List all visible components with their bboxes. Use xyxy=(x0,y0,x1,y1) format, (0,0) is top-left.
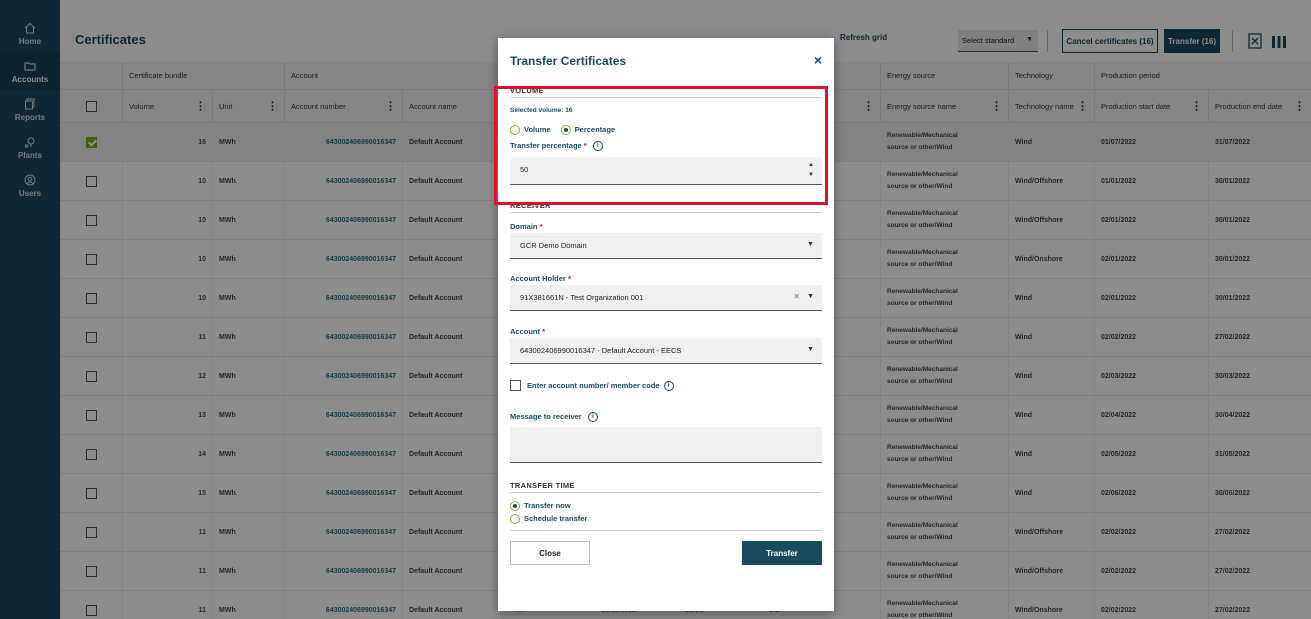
radio-checked-icon xyxy=(510,501,520,512)
divider xyxy=(510,492,822,493)
receiver-section-title: RECEIVER xyxy=(510,201,551,210)
selected-volume: Selected volume: 16 xyxy=(510,107,573,114)
transfer-percentage-label: Transfer percentage * i xyxy=(510,141,603,152)
divider xyxy=(510,212,822,213)
transfer-certificates-dialog: Transfer Certificates × VOLUME Selected … xyxy=(498,38,834,611)
divider xyxy=(510,97,822,98)
dialog-title: Transfer Certificates xyxy=(510,54,627,68)
message-textarea[interactable] xyxy=(510,427,822,463)
chevron-down-icon: ▼ xyxy=(807,241,814,248)
account-select[interactable]: 643002406990016347 - Default Account - E… xyxy=(510,338,822,364)
radio-unchecked-icon xyxy=(510,125,520,136)
transfer-percentage-input[interactable]: 50 ▲ ▼ xyxy=(510,157,822,185)
transfer-now-radio[interactable]: Transfer now xyxy=(510,501,571,512)
close-button[interactable]: Close xyxy=(510,541,590,565)
close-icon[interactable]: × xyxy=(814,52,822,68)
divider xyxy=(510,530,822,531)
checkbox-icon[interactable] xyxy=(510,380,521,391)
account-holder-select[interactable]: 91X381661N - Test Organization 001 ✕ ▼ xyxy=(510,285,822,311)
confirm-transfer-button[interactable]: Transfer xyxy=(742,541,822,565)
schedule-transfer-radio[interactable]: Schedule transfer xyxy=(510,514,587,525)
chevron-down-icon: ▼ xyxy=(807,293,814,300)
account-holder-label: Account Holder * xyxy=(510,274,571,283)
volume-mode-radio-group: Volume Percentage xyxy=(510,125,615,136)
radio-checked-icon xyxy=(560,125,571,136)
domain-label: Domain * xyxy=(510,222,543,231)
transfer-time-section-title: TRANSFER TIME xyxy=(510,481,575,490)
percentage-radio[interactable]: Percentage xyxy=(560,125,615,136)
clear-icon[interactable]: ✕ xyxy=(793,292,800,301)
chevron-down-icon: ▼ xyxy=(807,346,814,353)
radio-unchecked-icon xyxy=(510,514,520,525)
enter-account-checkbox[interactable]: Enter account number/ member code i xyxy=(510,380,674,391)
volume-section-title: VOLUME xyxy=(510,86,544,95)
info-icon[interactable]: i xyxy=(587,412,598,423)
account-label: Account * xyxy=(510,327,546,336)
info-icon[interactable]: i xyxy=(663,380,674,391)
info-icon[interactable]: i xyxy=(592,141,603,152)
domain-select[interactable]: GCR Demo Domain ▼ xyxy=(510,233,822,259)
number-spinner-icon[interactable]: ▲ ▼ xyxy=(808,160,814,180)
message-label: Message to receiver i xyxy=(510,412,598,423)
volume-radio[interactable]: Volume xyxy=(510,125,551,136)
